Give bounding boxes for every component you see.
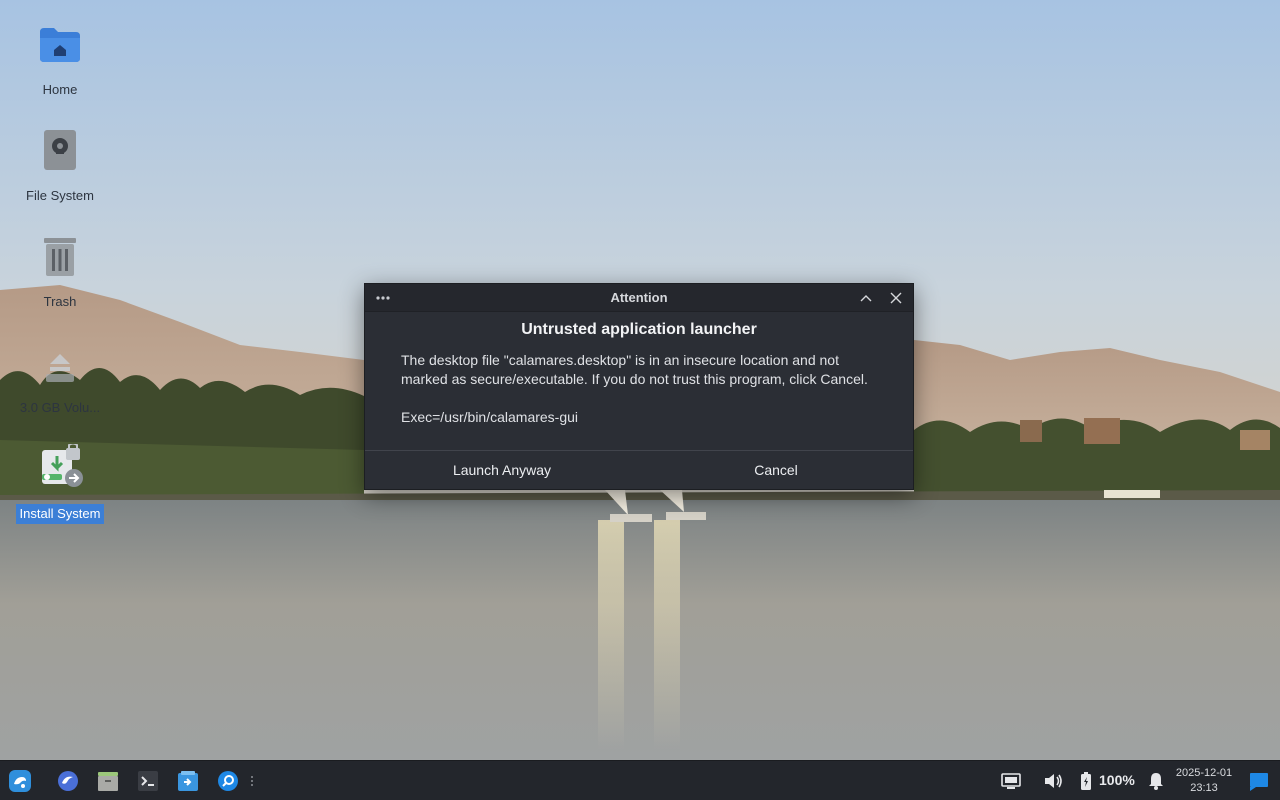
desktop-icon-label: File System <box>26 188 94 203</box>
desktop-icon-home[interactable]: Home <box>10 4 110 100</box>
desktop-icon-trash[interactable]: Trash <box>10 216 110 312</box>
installer-icon <box>42 444 83 487</box>
close-icon[interactable] <box>887 289 905 307</box>
volume-icon[interactable] <box>1042 770 1064 792</box>
battery-charging-icon[interactable] <box>1078 770 1094 792</box>
removable-volume-icon <box>46 354 74 382</box>
bell-icon[interactable] <box>1146 770 1166 792</box>
desktop-icon-install-system[interactable]: Install System <box>10 428 110 524</box>
battery-percent: 100% <box>1099 772 1135 788</box>
installer-launcher-icon[interactable] <box>176 769 200 793</box>
drive-icon <box>44 130 76 170</box>
dialog-button-row: Launch Anyway Cancel <box>365 450 913 489</box>
dialog-title: Attention <box>610 290 668 305</box>
clock-time: 23:13 <box>1190 782 1218 794</box>
start-menu-icon[interactable] <box>8 769 32 793</box>
network-icon[interactable] <box>1000 770 1022 792</box>
taskbar: 100% 2025-12-01 23:13 <box>0 760 1280 800</box>
desktop-icon-file-system[interactable]: File System <box>10 110 110 206</box>
desktop-icon-label: 3.0 GB Volu... <box>19 400 101 415</box>
clock-date: 2025-12-01 <box>1175 767 1233 779</box>
desktop-icon-label: Trash <box>43 294 77 309</box>
minimize-icon[interactable] <box>857 289 875 307</box>
dialog-message: The desktop file "calamares.desktop" is … <box>401 352 868 387</box>
file-manager-icon[interactable] <box>96 769 120 793</box>
browser-icon[interactable] <box>56 769 80 793</box>
window-menu-icon[interactable] <box>373 290 393 306</box>
terminal-icon[interactable] <box>136 769 160 793</box>
show-desktop-icon[interactable] <box>1248 770 1270 792</box>
dialog-heading: Untrusted application launcher <box>521 321 757 338</box>
dialog-titlebar[interactable]: Attention <box>365 284 913 312</box>
desktop-icon-volume[interactable]: 3.0 GB Volu... <box>10 322 110 418</box>
trash-icon <box>44 238 76 276</box>
launch-anyway-button[interactable]: Launch Anyway <box>365 451 639 489</box>
taskbar-separator-handle[interactable] <box>246 769 258 793</box>
attention-dialog: Attention Untrusted application launcher… <box>364 283 914 490</box>
search-icon[interactable] <box>216 769 240 793</box>
cancel-button[interactable]: Cancel <box>639 451 913 489</box>
dialog-exec-line: Exec=/usr/bin/calamares-gui <box>401 409 579 425</box>
home-folder-icon <box>40 28 80 62</box>
desktop-icon-label: Install System <box>15 504 105 524</box>
clock[interactable]: 2025-12-01 23:13 <box>1170 766 1238 796</box>
desktop-icon-label: Home <box>42 82 78 97</box>
